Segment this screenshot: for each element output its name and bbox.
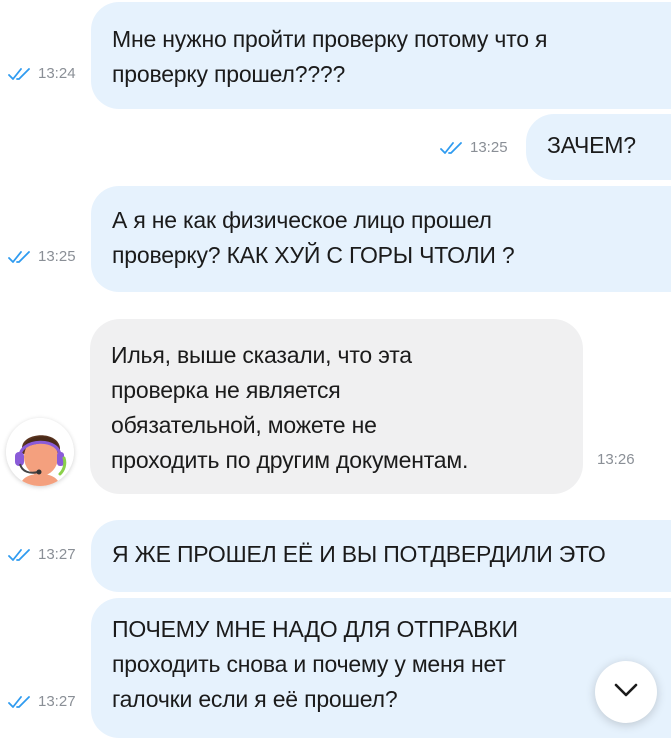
- message-time: 13:24: [38, 65, 76, 82]
- message-text-line: проверку? КАК ХУЙ С ГОРЫ ЧТОЛИ ?: [112, 242, 515, 268]
- support-agent-avatar[interactable]: [6, 418, 74, 486]
- message-meta: 13:27: [8, 693, 76, 710]
- message-meta: 13:24: [8, 65, 76, 82]
- message-time: 13:25: [470, 139, 508, 156]
- outgoing-message[interactable]: Я ЖЕ ПРОШЕЛ ЕЁ И ВЫ ПОТДВЕРДИЛИ ЭТО: [91, 520, 671, 592]
- incoming-message[interactable]: Илья, выше сказали, что эта проверка не …: [90, 319, 583, 494]
- message-text-line: проверка не является: [111, 377, 341, 403]
- message-meta: 13:25: [440, 139, 508, 156]
- message-meta: 13:25: [8, 248, 76, 265]
- message-text-line: Я ЖЕ ПРОШЕЛ ЕЁ И ВЫ ПОТДВЕРДИЛИ ЭТО: [112, 541, 606, 567]
- message-text-line: проходить по другим документам.: [111, 447, 469, 473]
- message-text-line: галочки если я её прошел?: [112, 686, 398, 712]
- chevron-down-icon: [613, 682, 639, 703]
- message-text-line: ЗАЧЕМ?: [547, 132, 636, 158]
- double-check-icon: [8, 548, 32, 562]
- message-time: 13:26: [597, 451, 635, 468]
- message-text-line: А я не как физическое лицо прошел: [112, 207, 492, 233]
- scroll-down-button[interactable]: [595, 661, 657, 723]
- message-text-line: Илья, выше сказали, что эта: [111, 342, 412, 368]
- message-text-line: обязательной, можете не: [111, 412, 377, 438]
- message-time: 13:25: [38, 248, 76, 265]
- message-text-line: проходить снова и почему у меня нет: [112, 651, 506, 677]
- message-text-line: Мне нужно пройти проверку потому что я: [112, 26, 548, 52]
- outgoing-message[interactable]: ЗАЧЕМ?: [526, 114, 671, 180]
- double-check-icon: [8, 67, 32, 81]
- double-check-icon: [8, 695, 32, 709]
- message-text-line: ПОЧЕМУ МНЕ НАДО ДЛЯ ОТПРАВКИ: [112, 616, 518, 642]
- message-text-line: проверку прошел????: [112, 61, 346, 87]
- outgoing-message[interactable]: Мне нужно пройти проверку потому что я п…: [91, 2, 671, 109]
- message-time: 13:27: [38, 693, 76, 710]
- chat-message-list[interactable]: 13:24 Мне нужно пройти проверку потому ч…: [0, 0, 671, 743]
- double-check-icon: [8, 250, 32, 264]
- outgoing-message[interactable]: А я не как физическое лицо прошел провер…: [91, 186, 671, 292]
- message-time: 13:27: [38, 546, 76, 563]
- message-meta: 13:27: [8, 546, 76, 563]
- outgoing-message[interactable]: ПОЧЕМУ МНЕ НАДО ДЛЯ ОТПРАВКИ проходить с…: [91, 598, 671, 738]
- double-check-icon: [440, 141, 464, 155]
